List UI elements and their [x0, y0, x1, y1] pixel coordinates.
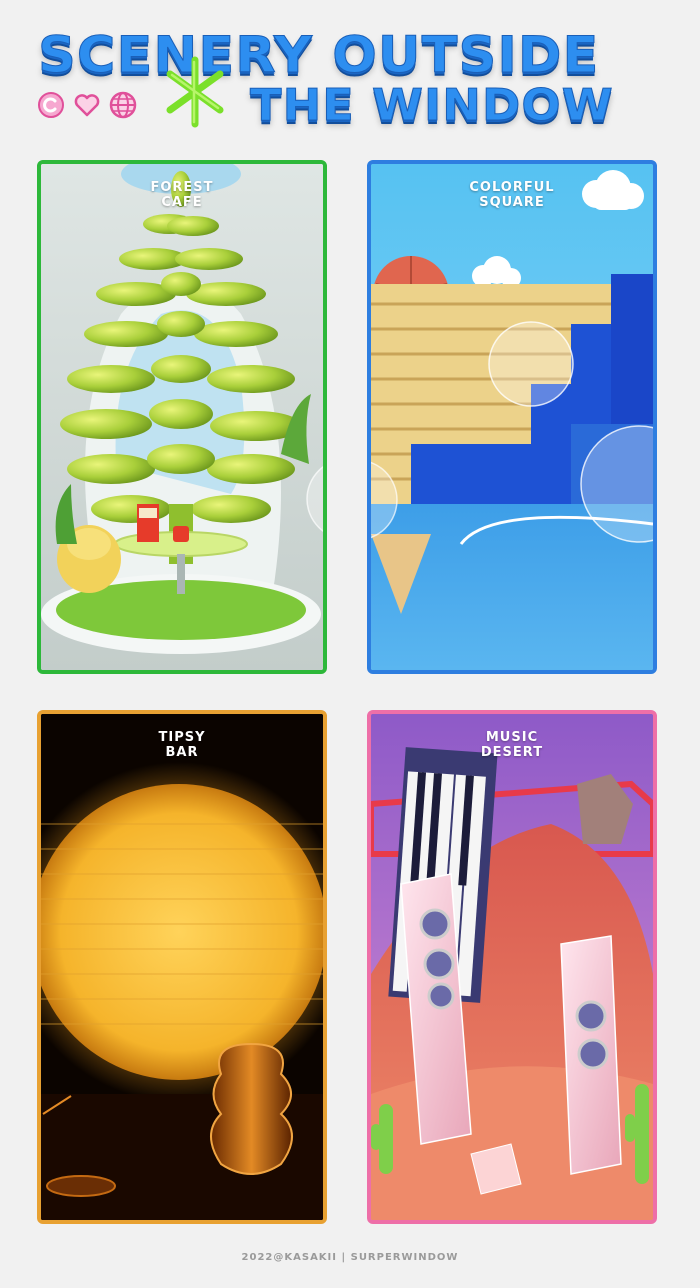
colorful-square-illustration — [371, 164, 653, 670]
music-desert-illustration — [371, 714, 653, 1220]
globe-icon — [108, 90, 138, 120]
panel-colorful-square[interactable]: COLORFUL SQUARE — [367, 160, 657, 674]
header-icons — [36, 90, 138, 120]
panel-label: COLORFUL SQUARE — [469, 180, 555, 210]
header: SCENERY OUTSIDE THE WINDOW — [0, 0, 700, 140]
heart-icon — [72, 90, 102, 120]
panel-label: FOREST CAFE — [150, 180, 214, 210]
copyright-icon — [36, 90, 66, 120]
panel-forest-cafe[interactable]: FOREST CAFE — [37, 160, 327, 674]
star-burst-icon — [160, 52, 230, 132]
panel-label: TIPSY BAR — [158, 730, 206, 760]
panel-label: MUSIC DESERT — [480, 730, 544, 760]
page-title-line-2: THE WINDOW — [249, 80, 614, 132]
panel-tipsy-bar[interactable]: TIPSY BAR — [37, 710, 327, 1224]
tipsy-bar-illustration — [41, 714, 323, 1220]
forest-cafe-illustration — [41, 164, 323, 670]
panel-music-desert[interactable]: MUSIC DESERT — [367, 710, 657, 1224]
page-title-line-1: SCENERY OUTSIDE — [37, 26, 600, 85]
footer-credit: 2022@KASAKII | SURPERWINDOW — [241, 1252, 459, 1263]
